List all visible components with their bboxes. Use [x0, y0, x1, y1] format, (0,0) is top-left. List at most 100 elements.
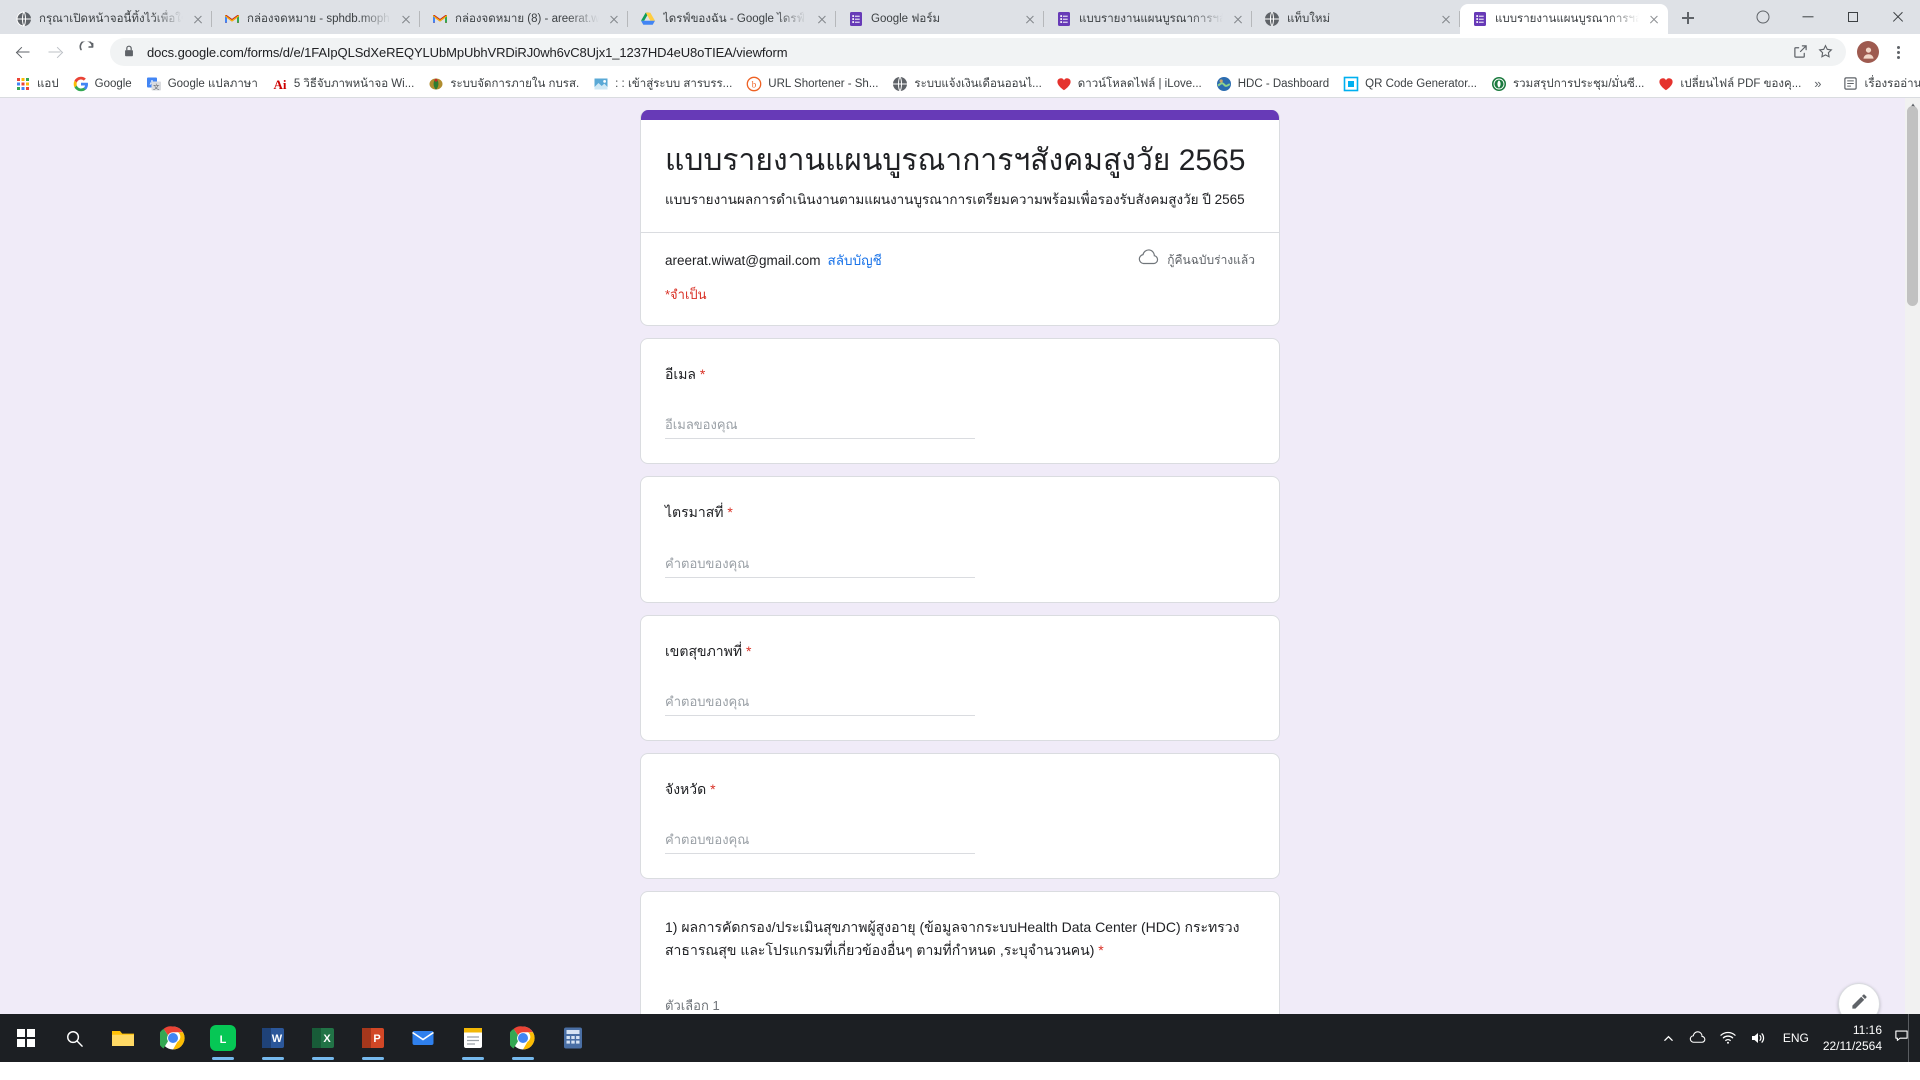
tab-title: กล่องจดหมาย (8) - areerat.wi — [455, 13, 599, 25]
minimize-button[interactable] — [1785, 1, 1830, 33]
address-bar[interactable]: docs.google.com/forms/d/e/1FAIpQLSdXeREQ… — [110, 38, 1846, 66]
switch-account-link[interactable]: สลับบัญชี — [828, 249, 882, 271]
bookmark-label: ดาวน์โหลดไฟล์ | iLove... — [1077, 77, 1202, 90]
form-accent-stripe — [641, 110, 1279, 120]
close-icon[interactable] — [398, 11, 414, 27]
page-scrollbar[interactable] — [1905, 98, 1920, 1061]
bookmark-hdc-dashboard[interactable]: HDC - Dashboard — [1209, 72, 1336, 96]
mail-icon[interactable] — [398, 1014, 448, 1062]
close-icon[interactable] — [1646, 11, 1662, 27]
bookmarks-overflow-button[interactable]: » — [1808, 76, 1827, 91]
close-icon[interactable] — [814, 11, 830, 27]
wifi-icon[interactable] — [1713, 1014, 1743, 1062]
notification-icon[interactable] — [1892, 1028, 1908, 1048]
question-label: เขตสุขภาพที่ * — [665, 640, 1255, 670]
globe-icon — [892, 76, 908, 92]
bookmark-internal-system[interactable]: ระบบจัดการภายใน กบรส. — [421, 71, 586, 97]
notes-icon[interactable] — [448, 1014, 498, 1062]
question-label: 1) ผลการคัดกรอง/ประเมินสุขภาพผู้สูงอายุ … — [665, 916, 1255, 969]
bookmark-meeting-summary[interactable]: รวมสรุปการประชุม/มั่นซี... — [1484, 71, 1651, 97]
health-zone-field[interactable] — [665, 691, 975, 716]
browser-tab[interactable]: กล่องจดหมาย (8) - areerat.wi — [419, 4, 628, 34]
onedrive-icon[interactable] — [1681, 1014, 1713, 1062]
bookmark-google[interactable]: Google — [66, 72, 139, 96]
star-icon[interactable] — [1818, 44, 1834, 60]
bookmark-qr-generator[interactable]: QR Code Generator... — [1336, 72, 1484, 96]
gmail-icon — [432, 11, 448, 27]
share-icon[interactable] — [1793, 44, 1809, 60]
bookmark-ilovepdf[interactable]: ดาวน์โหลดไฟล์ | iLove... — [1049, 71, 1209, 97]
forward-button[interactable] — [40, 37, 70, 67]
question-text: 1) ผลการคัดกรอง/ประเมินสุขภาพผู้สูงอายุ … — [665, 919, 1240, 958]
bookmark-label: Google แปลภาษา — [167, 77, 258, 90]
bookmarks-bar-right: » เรื่องรออ่าน — [1808, 71, 1920, 97]
ai-icon: Ai — [272, 76, 288, 92]
speaker-icon[interactable] — [1743, 1014, 1773, 1062]
bookmark-label: แอป — [37, 77, 59, 90]
bookmark-saraban-login[interactable]: : : เข้าสู่ระบบ สารบรร... — [586, 71, 739, 97]
reading-list-button[interactable]: เรื่องรออ่าน — [1836, 71, 1920, 97]
line-icon[interactable]: L — [198, 1014, 248, 1062]
close-icon[interactable] — [606, 11, 622, 27]
chrome-icon[interactable] — [148, 1014, 198, 1062]
close-icon[interactable] — [1230, 11, 1246, 27]
gforms-icon — [1472, 11, 1488, 27]
bookmark-screenshot-tips[interactable]: Ai 5 วิธีจับภาพหน้าจอ Wi... — [265, 71, 421, 97]
start-button[interactable] — [2, 1014, 50, 1062]
browser-tab[interactable]: แบบรายงานแผนบูรณาการฯสั่ง — [1043, 4, 1252, 34]
scrollbar-thumb[interactable] — [1907, 106, 1918, 306]
browser-tab[interactable]: แท็บใหม่ — [1251, 4, 1460, 34]
close-icon[interactable] — [190, 11, 206, 27]
chrome-active-icon[interactable] — [498, 1014, 548, 1062]
browser-tab[interactable]: กล่องจดหมาย - sphdb.moph — [211, 4, 420, 34]
question-text: อีเมล — [665, 365, 697, 382]
browser-tab[interactable]: กรุณาเปิดหน้าจอนี้ทิ้งไว้เพื่อใช้งา — [4, 4, 212, 34]
window-extra-button[interactable] — [1740, 1, 1785, 33]
question-card: อีเมล * — [640, 337, 1280, 465]
province-field[interactable] — [665, 830, 975, 855]
chrome-menu-button[interactable] — [1884, 38, 1912, 66]
quarter-field[interactable] — [665, 553, 975, 578]
bookmark-url-shortener[interactable]: b URL Shortener - Sh... — [739, 72, 885, 96]
form-column: แบบรายงานแผนบูรณาการฯสังคมสูงวัย 2565 แบ… — [640, 98, 1280, 1061]
reload-button[interactable] — [72, 37, 102, 67]
maximize-button[interactable] — [1830, 1, 1875, 33]
powerpoint-icon[interactable]: P — [348, 1014, 398, 1062]
chevron-up-icon[interactable] — [1656, 1014, 1681, 1062]
draft-saved-text: กู้คืนฉบับร่างแล้ว — [1167, 252, 1255, 267]
question-card: เขตสุขภาพที่ * — [640, 614, 1280, 741]
email-field[interactable] — [665, 415, 975, 440]
back-button[interactable] — [8, 37, 38, 67]
close-window-button[interactable] — [1875, 1, 1920, 33]
arrow-left-icon — [17, 46, 30, 59]
browser-tab-active[interactable]: แบบรายงานแผนบูรณาการฯสั่ง — [1459, 4, 1668, 34]
new-tab-button[interactable] — [1674, 4, 1702, 32]
word-icon[interactable]: W — [248, 1014, 298, 1062]
bookmark-google-translate[interactable]: A文 Google แปลภาษา — [139, 71, 265, 97]
bookmark-salary-system[interactable]: ระบบแจ้งเงินเดือนออนไ... — [885, 71, 1048, 97]
excel-icon[interactable]: X — [298, 1014, 348, 1062]
required-star: * — [1098, 941, 1104, 958]
show-desktop-button[interactable] — [1908, 1014, 1914, 1062]
clock[interactable]: 11:16 22/11/2564 — [1819, 1022, 1892, 1054]
apps-grid-icon — [15, 76, 31, 92]
close-icon[interactable] — [1022, 11, 1038, 27]
search-icon[interactable] — [50, 1014, 98, 1062]
language-indicator[interactable]: ENG — [1773, 1031, 1819, 1045]
question-card: ไตรมาสที่ * — [640, 476, 1280, 603]
tab-title: กรุณาเปิดหน้าจอนี้ทิ้งไว้เพื่อใช้งา — [39, 13, 183, 25]
reading-list-label: เรื่องรออ่าน — [1864, 77, 1920, 90]
bookmark-apps[interactable]: แอป — [8, 71, 66, 97]
world-photo-icon — [1216, 76, 1232, 92]
bookmarks-bar: แอป Google A文 Google แปลภาษา Ai 5 วิธีจั… — [0, 70, 1920, 98]
profile-avatar[interactable] — [1854, 38, 1882, 66]
bookmark-pdf-convert[interactable]: เปลี่ยนไฟล์ PDF ของคุ... — [1651, 71, 1808, 97]
arrow-right-icon — [48, 46, 62, 59]
close-icon[interactable] — [1438, 11, 1454, 27]
calculator-icon[interactable] — [548, 1014, 598, 1062]
browser-tab[interactable]: Google ฟอร์ม — [835, 4, 1044, 34]
svg-text:b: b — [752, 79, 757, 89]
gmail-icon — [224, 11, 240, 27]
browser-tab[interactable]: ไดรฟ์ของฉัน - Google ไดรฟ์ — [627, 4, 836, 34]
file-explorer-icon[interactable] — [98, 1014, 148, 1062]
